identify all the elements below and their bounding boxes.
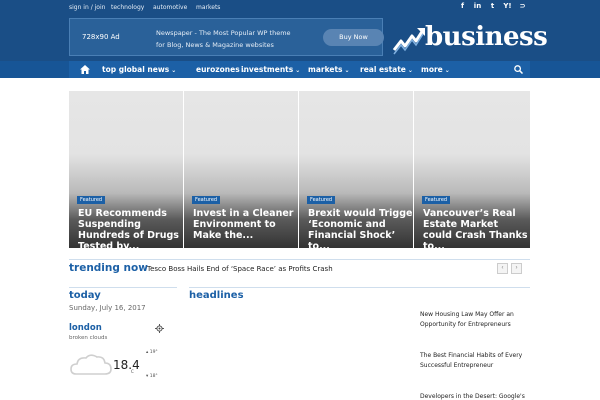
headline-link[interactable]: The Best Financial Habits of Every Succe… xyxy=(420,351,528,371)
featured-post[interactable]: Featured Invest in a Cleaner Environment… xyxy=(184,91,298,248)
weather-high-value: 19° xyxy=(149,350,158,355)
featured-post[interactable]: Featured Vancouver’s Real Estate Market … xyxy=(414,91,530,248)
twitter-icon[interactable]: t xyxy=(485,2,500,10)
headline-link[interactable]: Developers in the Desert: Google's xyxy=(420,392,528,400)
chevron-down-icon: ⌄ xyxy=(407,67,413,74)
nav-label: more xyxy=(421,65,443,74)
chevron-down-icon: ⌄ xyxy=(344,67,350,74)
trending-label: trending now xyxy=(69,262,148,274)
weather-temp: 18.4 xyxy=(113,358,140,372)
nav-item-more[interactable]: more ⌄ xyxy=(421,61,450,78)
trending-next-button[interactable]: › xyxy=(511,263,522,274)
topbar-link-technology[interactable]: technology xyxy=(111,4,144,11)
weather-high: ▴ 19° xyxy=(146,350,158,355)
social-links: f in t Y! ⊃ xyxy=(455,2,530,10)
headlines-title: headlines xyxy=(189,290,244,301)
weather-condition: broken clouds xyxy=(69,335,108,341)
featured-badge[interactable]: Featured xyxy=(77,196,106,204)
featured-title[interactable]: Invest in a Cleaner Environment to Make … xyxy=(193,208,298,241)
cloud-icon xyxy=(70,354,112,375)
featured-title[interactable]: Vancouver’s Real Estate Market could Cra… xyxy=(423,208,529,248)
facebook-icon[interactable]: f xyxy=(455,2,470,10)
buy-now-button[interactable]: Buy Now xyxy=(323,29,384,46)
logo-text: business xyxy=(425,22,548,52)
nav-label: investments xyxy=(241,65,294,74)
divider xyxy=(69,259,530,260)
chevron-down-icon: ⌄ xyxy=(171,67,177,74)
nav-item-top-global-news[interactable]: top global news ⌄ xyxy=(102,61,176,78)
signin-link[interactable]: sign in / join xyxy=(69,4,105,11)
nav-label: top global news xyxy=(102,65,170,74)
yahoo-icon[interactable]: Y! xyxy=(500,2,515,10)
featured-title[interactable]: Brexit would Trigger ‘Economic and Finan… xyxy=(308,208,413,248)
headline-link[interactable]: New Housing Law May Offer an Opportunity… xyxy=(420,310,528,330)
linkedin-icon[interactable]: in xyxy=(470,2,485,10)
weather-city: london xyxy=(69,323,102,333)
ad-text: Newspaper - The Most Popular WP theme fo… xyxy=(156,29,291,49)
weather-low-value: 18° xyxy=(149,374,158,379)
nav-bar: top global news ⌄ eurozones ⌄ investments ⌄… xyxy=(69,61,530,78)
featured-badge[interactable]: Featured xyxy=(422,196,451,204)
trending-headline[interactable]: Tesco Boss Hails End of ‘Space Race’ as … xyxy=(147,265,333,273)
trending-prev-button[interactable]: ‹ xyxy=(497,263,508,274)
nav-label: markets xyxy=(308,65,343,74)
topbar-link-automotive[interactable]: automotive xyxy=(153,4,187,11)
weather-low: ▾ 18° xyxy=(146,374,158,379)
chevron-down-icon: ⌄ xyxy=(444,67,450,74)
logo-chart-icon xyxy=(392,28,425,55)
nav-item-real-estate[interactable]: real estate ⌄ xyxy=(360,61,413,78)
search-icon[interactable] xyxy=(514,65,523,74)
divider xyxy=(69,287,177,288)
nav-item-markets[interactable]: markets ⌄ xyxy=(308,61,350,78)
nav-label: eurozones xyxy=(196,65,240,74)
ad-banner[interactable]: 728x90 Ad Newspaper - The Most Popular W… xyxy=(69,18,384,56)
site-header: sign in / join technology automotive mar… xyxy=(0,0,600,78)
nav-label: real estate xyxy=(360,65,406,74)
rss-icon[interactable]: ⊃ xyxy=(515,2,530,10)
featured-badge[interactable]: Featured xyxy=(307,196,336,204)
home-icon[interactable] xyxy=(80,65,90,74)
nav-item-investments[interactable]: investments ⌄ xyxy=(241,61,300,78)
divider xyxy=(189,287,530,288)
nav-item-eurozones[interactable]: eurozones ⌄ xyxy=(196,61,247,78)
featured-post[interactable]: Featured Brexit would Trigger ‘Economic … xyxy=(299,91,413,248)
featured-post[interactable]: Featured EU Recommends Suspending Hundre… xyxy=(69,91,183,248)
chevron-down-icon: ⌄ xyxy=(295,67,301,74)
topbar-link-markets[interactable]: markets xyxy=(196,4,220,11)
today-title: today xyxy=(69,290,101,301)
today-date: Sunday, July 16, 2017 xyxy=(69,304,146,312)
site-logo[interactable]: business xyxy=(392,22,548,55)
featured-title[interactable]: EU Recommends Suspending Hundreds of Dru… xyxy=(78,208,183,248)
featured-badge[interactable]: Featured xyxy=(192,196,221,204)
main-nav: top global news ⌄ eurozones ⌄ investments ⌄… xyxy=(0,61,600,78)
ad-size-label: 728x90 Ad xyxy=(82,33,120,41)
weather-unit: C xyxy=(131,369,134,374)
crosshair-icon[interactable] xyxy=(155,324,164,333)
